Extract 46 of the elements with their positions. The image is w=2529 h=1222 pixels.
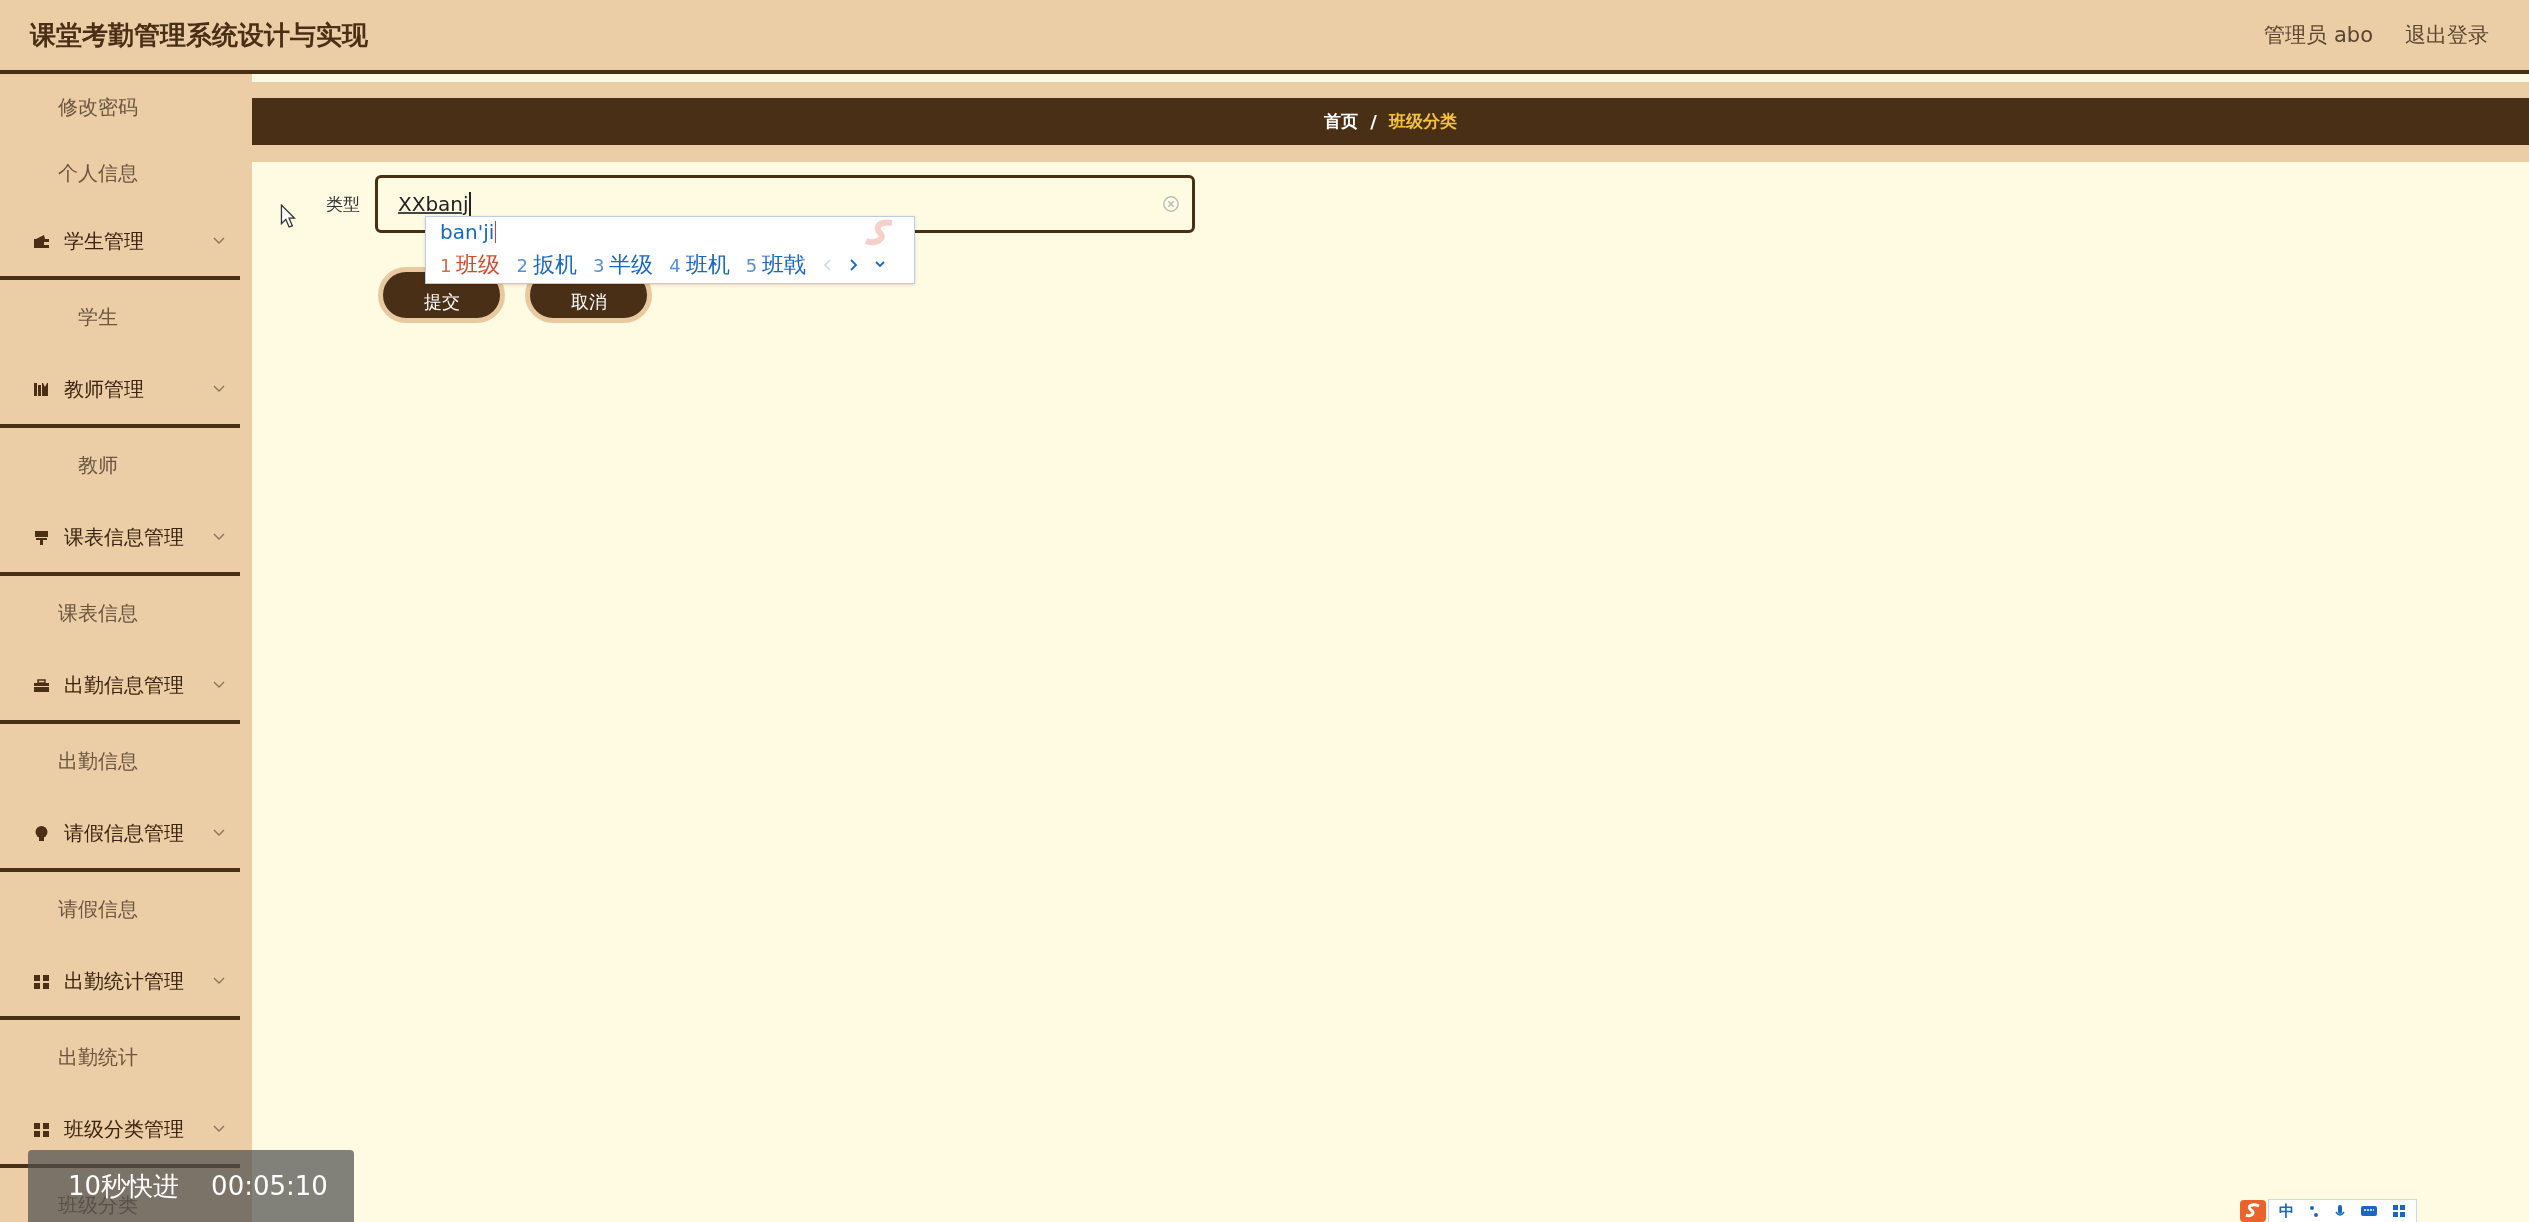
input-mode-toggle[interactable]: 中 [2279, 1201, 2294, 1221]
menu-group-header[interactable]: 出勤信息管理 [0, 650, 240, 724]
chevron-icon [212, 976, 226, 986]
keyboard-icon[interactable] [2360, 1204, 2378, 1218]
microphone-icon[interactable] [2334, 1204, 2346, 1218]
chevron-icon [212, 532, 226, 542]
ime-logo-icon[interactable] [2238, 1198, 2268, 1222]
breadcrumb-link[interactable]: 首页 [1324, 110, 1359, 133]
menu-item[interactable]: 课表信息 [0, 599, 195, 627]
menu-group-header[interactable]: 课表信息管理 [0, 502, 240, 576]
wallet-icon [33, 232, 50, 250]
field-label: 类型 [325, 192, 360, 216]
chevron-icon [212, 236, 226, 246]
menu-item[interactable]: 出勤信息 [0, 747, 195, 775]
menu-item[interactable]: 教师 [0, 451, 195, 479]
chevron-icon [212, 828, 226, 838]
breadcrumb-separator: / [1370, 111, 1377, 132]
grid-icon [33, 1120, 50, 1138]
grid-icon[interactable] [2392, 1204, 2406, 1218]
chevron-icon [212, 384, 226, 394]
menu-item[interactable]: 请假信息 [0, 895, 195, 923]
breadcrumb-link[interactable]: 班级分类 [1388, 110, 1457, 133]
menu-group-header[interactable]: 教师管理 [0, 354, 240, 428]
user-label: 管理员 abo [2264, 22, 2373, 49]
menu-group-header[interactable]: 学生管理 [0, 206, 240, 280]
mouse-cursor-icon [280, 204, 296, 228]
logout-link[interactable]: 退出登录 [2405, 21, 2489, 49]
menu-item[interactable]: 出勤统计 [0, 1043, 195, 1071]
next-page-icon[interactable] [848, 258, 859, 272]
ime-candidate[interactable]: 5 班戟 [745, 250, 807, 280]
chevron-icon [212, 1124, 226, 1134]
playback-time: 00:05:10 [211, 1171, 328, 1201]
signpost-icon [33, 528, 50, 546]
chevron-icon [212, 680, 226, 690]
menu-group-header[interactable]: 出勤统计管理 [0, 946, 240, 1020]
lightbulb-icon [33, 824, 50, 842]
menu-item[interactable]: 个人信息 [0, 159, 195, 187]
punctuation-icon[interactable] [2308, 1204, 2320, 1218]
menu-item[interactable]: 学生 [0, 303, 195, 331]
ime-candidate[interactable]: 4 班机 [669, 250, 730, 280]
grid-icon [33, 972, 50, 990]
books-icon [33, 380, 50, 398]
menu-group-header[interactable]: 请假信息管理 [0, 798, 240, 872]
menu-item[interactable]: 修改密码 [0, 93, 195, 121]
app-title: 课堂考勤管理系统设计与实现 [30, 18, 368, 52]
briefcase-icon [33, 676, 50, 694]
